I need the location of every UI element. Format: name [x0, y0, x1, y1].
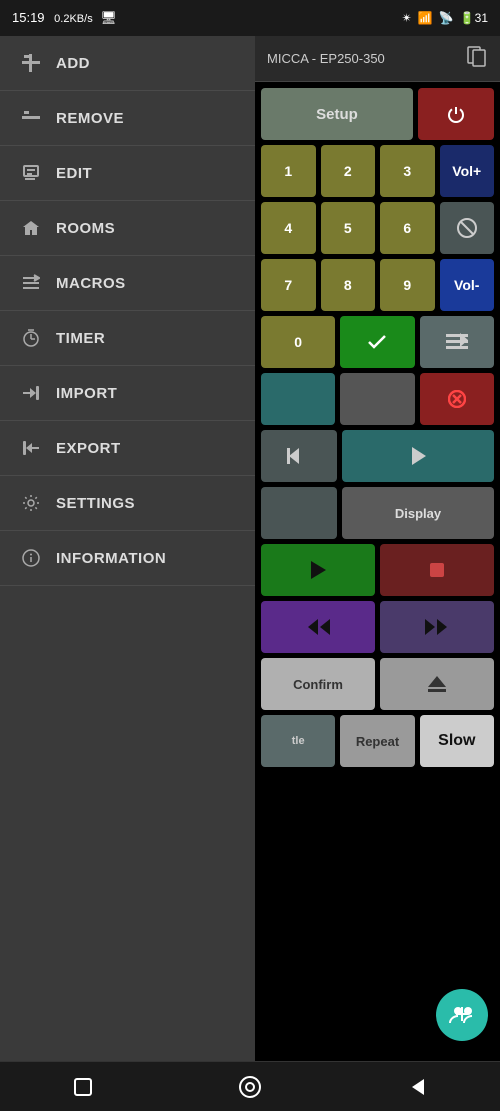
- vol-minus-button[interactable]: Vol-: [440, 259, 495, 311]
- num3-button[interactable]: 3: [380, 145, 435, 197]
- sidebar-item-export[interactable]: EXPORT: [0, 421, 255, 476]
- nav-home-button[interactable]: [232, 1069, 268, 1105]
- sidebar-item-information[interactable]: INFORMATION: [0, 531, 255, 586]
- status-network: 0.2KB/s: [54, 13, 93, 25]
- num6-button[interactable]: 6: [380, 202, 435, 254]
- status-time: 15:19 0.2KB/s 🖥: [12, 10, 117, 26]
- sidebar-label-add: ADD: [56, 55, 90, 72]
- btn-row-8: Display: [261, 487, 494, 539]
- menu-button[interactable]: [420, 316, 494, 368]
- mute-button[interactable]: [440, 202, 495, 254]
- rewind-button[interactable]: [261, 601, 375, 653]
- close-button[interactable]: [420, 373, 494, 425]
- btn-row-4: 7 8 9 Vol-: [261, 259, 494, 311]
- add-icon: [20, 52, 42, 74]
- eject-button[interactable]: [380, 658, 494, 710]
- num2-button[interactable]: 2: [321, 145, 376, 197]
- sidebar-item-rooms[interactable]: ROOMS: [0, 201, 255, 256]
- btn-row-10: [261, 601, 494, 653]
- information-icon: [20, 547, 42, 569]
- btn-row-3: 4 5 6: [261, 202, 494, 254]
- timer-icon: [20, 327, 42, 349]
- btn-row-9: [261, 544, 494, 596]
- fast-forward-button[interactable]: [380, 601, 494, 653]
- sidebar-label-information: INFORMATION: [56, 550, 166, 567]
- num1-button[interactable]: 1: [261, 145, 316, 197]
- battery-icon: 🔋31: [460, 11, 488, 25]
- confirm-button[interactable]: Confirm: [261, 658, 375, 710]
- remove-icon: [20, 107, 42, 129]
- sidebar: ADD REMOVE EDIT: [0, 36, 255, 1061]
- sidebar-label-rooms: ROOMS: [56, 220, 115, 237]
- misc1-button[interactable]: [261, 373, 335, 425]
- remote-header: MICCA - EP250-350: [255, 36, 500, 82]
- buttons-area: Setup 1 2 3 Vol+ 4 5 6: [255, 82, 500, 1061]
- sidebar-label-macros: MACROS: [56, 275, 126, 292]
- num5-button[interactable]: 5: [321, 202, 376, 254]
- num7-button[interactable]: 7: [261, 259, 316, 311]
- btn-row-2: 1 2 3 Vol+: [261, 145, 494, 197]
- import-icon: [20, 382, 42, 404]
- status-icons: ✴ 📶 📡 🔋31: [402, 11, 488, 25]
- skip-back-button[interactable]: [261, 430, 337, 482]
- nav-back-button[interactable]: [399, 1069, 435, 1105]
- remote-title: MICCA - EP250-350: [267, 51, 385, 66]
- setup-button[interactable]: Setup: [261, 88, 413, 140]
- page-icon[interactable]: [466, 45, 488, 73]
- repeat-button[interactable]: Repeat: [340, 715, 414, 767]
- sidebar-label-settings: SETTINGS: [56, 495, 135, 512]
- edit-icon: [20, 162, 42, 184]
- sidebar-item-timer[interactable]: TIMER: [0, 311, 255, 366]
- btn-row-7: [261, 430, 494, 482]
- sidebar-item-edit[interactable]: EDIT: [0, 146, 255, 201]
- btn-row-5: 0: [261, 316, 494, 368]
- display-button[interactable]: Display: [342, 487, 494, 539]
- sidebar-label-import: IMPORT: [56, 385, 117, 402]
- misc2-button[interactable]: [261, 487, 337, 539]
- nav-bar: [0, 1061, 500, 1111]
- sidebar-item-add[interactable]: ADD: [0, 36, 255, 91]
- remote-panel: MICCA - EP250-350 Setup: [255, 36, 500, 1061]
- status-bar: 15:19 0.2KB/s 🖥 ✴ 📶 📡 🔋31: [0, 0, 500, 36]
- screen-icon: 🖥: [100, 10, 117, 25]
- spacer1-button: [340, 373, 414, 425]
- num0-button[interactable]: 0: [261, 316, 335, 368]
- slow-button[interactable]: Slow: [420, 715, 494, 767]
- sidebar-label-edit: EDIT: [56, 165, 92, 182]
- btn-row-1: Setup: [261, 88, 494, 140]
- sidebar-label-timer: TIMER: [56, 330, 105, 347]
- bluetooth-icon: ✴: [402, 11, 412, 25]
- export-icon: [20, 437, 42, 459]
- nav-square-button[interactable]: [65, 1069, 101, 1105]
- settings-icon: [20, 492, 42, 514]
- rooms-icon: [20, 217, 42, 239]
- fab-button[interactable]: [436, 989, 488, 1041]
- check-button[interactable]: [340, 316, 414, 368]
- btn-row-12: tle Repeat Slow: [261, 715, 494, 767]
- num9-button[interactable]: 9: [380, 259, 435, 311]
- stop-button[interactable]: [380, 544, 494, 596]
- main-container: ADD REMOVE EDIT: [0, 36, 500, 1061]
- num8-button[interactable]: 8: [321, 259, 376, 311]
- num4-button[interactable]: 4: [261, 202, 316, 254]
- signal-icon: 📶: [418, 11, 433, 25]
- macros-icon: [20, 272, 42, 294]
- power-button[interactable]: [418, 88, 494, 140]
- wifi-icon: 📡: [439, 11, 454, 25]
- time-display: 15:19: [12, 10, 45, 25]
- sidebar-item-remove[interactable]: REMOVE: [0, 91, 255, 146]
- subtitle-button[interactable]: tle: [261, 715, 335, 767]
- sidebar-label-export: EXPORT: [56, 440, 121, 457]
- play2-button[interactable]: [261, 544, 375, 596]
- sidebar-item-import[interactable]: IMPORT: [0, 366, 255, 421]
- vol-plus-button[interactable]: Vol+: [440, 145, 495, 197]
- sidebar-item-macros[interactable]: MACROS: [0, 256, 255, 311]
- btn-row-6: [261, 373, 494, 425]
- sidebar-item-settings[interactable]: SETTINGS: [0, 476, 255, 531]
- btn-row-11: Confirm: [261, 658, 494, 710]
- sidebar-label-remove: REMOVE: [56, 110, 124, 127]
- play-button[interactable]: [342, 430, 494, 482]
